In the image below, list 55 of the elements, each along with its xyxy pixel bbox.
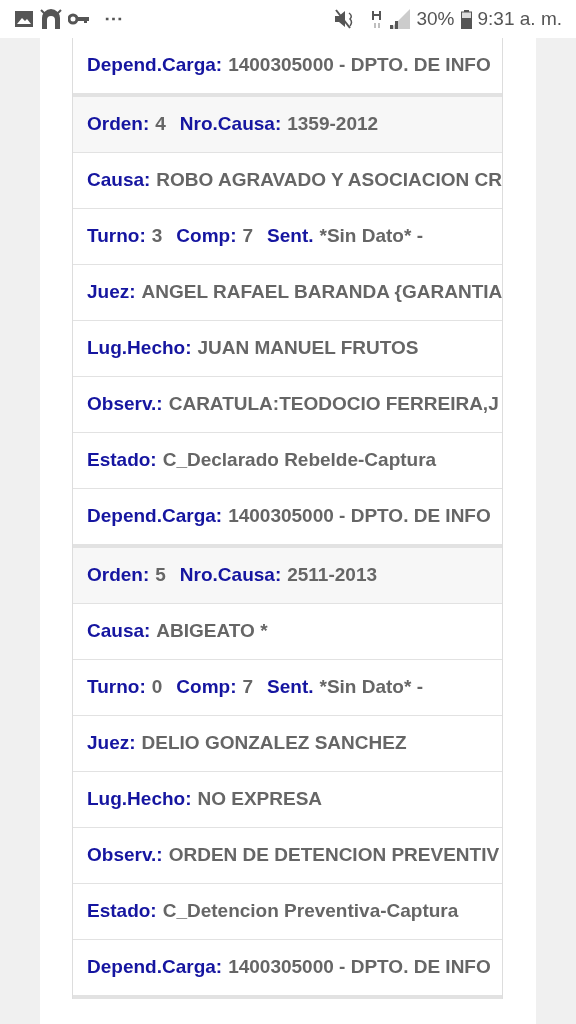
field-value: 1359-2012 (287, 112, 379, 137)
field-label: Lug.Hecho: (87, 787, 192, 812)
field-label: Orden: (87, 112, 150, 137)
field-label: Depend.Carga: (87, 955, 223, 980)
key-icon (68, 13, 90, 25)
field-value: C_Detencion Preventiva-Captura (162, 899, 459, 924)
field-label: Sent. (267, 224, 314, 249)
field-label: Causa: (87, 168, 151, 193)
network-type-icon (372, 9, 383, 29)
field-label: Turno: (87, 675, 146, 700)
field-value: 1400305000 - DPTO. DE INFO (228, 955, 491, 980)
clock: 9:31 a. m. (477, 6, 562, 31)
battery-icon (460, 9, 472, 29)
field-value: ROBO AGRAVADO Y ASOCIACION CR (156, 168, 502, 193)
field-value: NO EXPRESA (197, 787, 323, 812)
field-label: Juez: (87, 731, 136, 756)
field-label: Estado: (87, 448, 157, 473)
signal-icon (390, 9, 411, 29)
field-label: Observ.: (87, 843, 163, 868)
arch-icon (40, 9, 62, 29)
field-label: Observ.: (87, 392, 163, 417)
field-value: 2511-2013 (287, 563, 378, 588)
image-icon (14, 10, 34, 28)
field-value: 1400305000 - DPTO. DE INFO (228, 504, 491, 529)
field-value: CARATULA:TEODOCIO FERREIRA,J (168, 392, 499, 417)
field-value: C_Declarado Rebelde-Captura (162, 448, 437, 473)
field-value: 7 (242, 675, 254, 700)
field-value: 7 (242, 224, 254, 249)
field-value: 4 (155, 112, 166, 137)
field-label: Depend.Carga: (87, 504, 223, 529)
field-label: Nro.Causa: (179, 563, 282, 588)
field-label: Causa: (87, 619, 151, 644)
field-label: Juez: (87, 280, 136, 305)
field-value: ORDEN DE DETENCION PREVENTIV (168, 843, 500, 868)
field-value: 3 (151, 224, 163, 249)
field-label: Estado: (87, 899, 157, 924)
field-label: Orden: (87, 563, 150, 588)
field-value: 0 (151, 675, 163, 700)
field-label: Turno: (87, 224, 146, 249)
field-label: Comp: (176, 224, 237, 249)
field-label: Depend.Carga: (87, 53, 223, 78)
more-indicator: ⋯ (104, 6, 123, 31)
field-value: JUAN MANUEL FRUTOS (197, 336, 419, 361)
field-label: Nro.Causa: (179, 112, 282, 137)
battery-percent: 30% (416, 6, 455, 31)
field-label: Lug.Hecho: (87, 336, 192, 361)
field-value: 5 (155, 563, 166, 588)
field-value: *Sin Dato* - (319, 675, 423, 700)
field-value: ABIGEATO * (156, 619, 268, 644)
field-label: Comp: (176, 675, 237, 700)
field-value: ANGEL RAFAEL BARANDA {GARANTIA (141, 280, 502, 305)
field-value: *Sin Dato* - (319, 224, 423, 249)
field-value: 1400305000 - DPTO. DE INFO (228, 53, 491, 78)
field-label: Sent. (267, 675, 314, 700)
field-value: DELIO GONZALEZ SANCHEZ (141, 731, 407, 756)
